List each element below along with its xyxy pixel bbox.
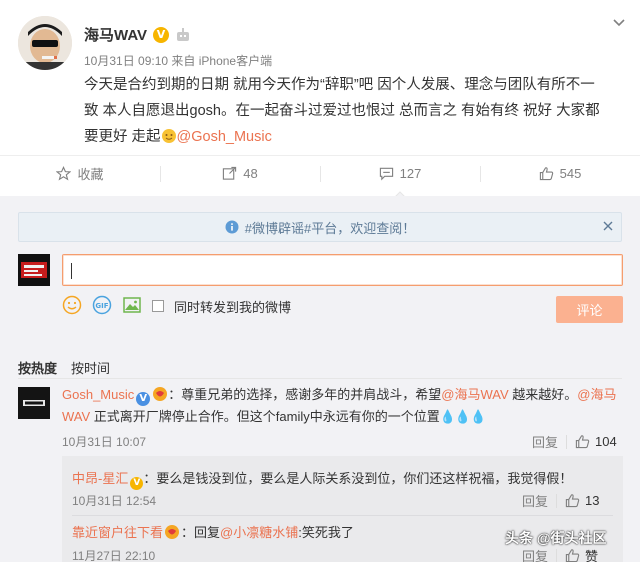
fans-badge-icon [152,386,168,402]
post-line-2: 致 本人自愿退出gosh。在一起奋斗过爱过也恨过 总而言之 有始有终 祝好 大家… [84,103,600,119]
post-meta: 10月31日 09:10 来自 iPhone客户端 [84,54,273,68]
chevron-down-icon[interactable] [612,16,626,30]
sort-divider [18,378,622,379]
mention-link-2-cont[interactable]: WAV [62,409,90,424]
sub-reply-2-mention[interactable]: @小凛糖水铺 [220,525,298,540]
repost-count: 48 [243,166,258,181]
source-watermark: 头条 @街头社区 [505,530,607,546]
thumbs-up-icon [565,549,580,562]
fans-badge-icon [164,524,180,540]
repost-button[interactable]: 48 [160,156,320,191]
author-avatar[interactable] [18,16,72,70]
sub-reply-actions: 回复 13 [522,491,599,510]
gif-icon[interactable]: GIF [92,295,112,318]
comment-sort-tabs: 按热度 按时间 [18,358,110,377]
weibo-post: 海马WAV V 10月31日 09:10 来自 iPhone客户端 今天是合约到… [0,0,640,199]
svg-text:GIF: GIF [95,302,108,310]
sub-like-button[interactable]: 13 [565,493,599,508]
image-icon[interactable] [122,295,142,318]
star-icon [56,166,72,181]
sub-reply-2-button[interactable]: 回复 [522,546,548,562]
blue-v-icon: V [136,392,151,406]
sub-reply-time: 10月31日 12:54 [72,494,157,508]
sub-like-2-label: 赞 [585,549,599,562]
sub-divider [72,515,613,516]
comment-button[interactable]: 127 [320,156,480,199]
verified-v-icon: V [153,26,170,43]
sub-reply-text: ：要么是钱没到位，要么是人际关系没到位，你们还这样祝福，我觉得假！ [143,471,573,486]
favorite-button[interactable]: 收藏 [0,156,160,191]
info-icon [225,220,239,234]
comment-line-1-tail: 越来越好。 [508,387,578,402]
sub-reply-2-pre: ：回复 [181,525,221,540]
reply-button[interactable]: 回复 [532,432,558,451]
yellow-v-icon: V [130,476,144,490]
post-text: 今天是合约到期的日期 就用今天作为“辞职”吧 因个人发展、理念与团队有所不一 致… [84,72,624,150]
mention-link[interactable]: @海马WAV [441,387,508,402]
comment-body: Gosh_Music V ：尊重兄弟的选择，感谢多年的并肩战斗，希望@海马WAV 越… [62,384,622,428]
also-repost-checkbox[interactable] [152,300,164,312]
notice-text: #微博辟谣#平台，欢迎查阅！ [244,220,416,236]
mention-link[interactable]: @Gosh_Music [177,129,272,145]
sub-reply-2: 靠近窗户往下看 ：回复@小凛糖水铺:笑死我了 [72,522,354,541]
author-name[interactable]: 海马WAV [84,24,147,45]
mention-link-2[interactable]: @海马 [577,387,616,402]
thumbs-up-icon [565,494,580,508]
comment-icon [379,167,393,181]
emoji-icon [161,127,177,143]
commenter-name[interactable]: Gosh_Music [62,387,134,402]
sub-reply-2-post: :笑死我了 [298,525,354,540]
comment-actions: 回复 104 [532,432,617,451]
sub-reply-user[interactable]: 中昂-星汇 [72,471,128,486]
comment-line-2: WAV 正式离开厂牌停止合作。但这个family中永远有你的一个位置💧💧💧 [62,406,622,428]
current-user-avatar[interactable] [18,254,50,286]
thumbs-up-icon [539,167,553,181]
sub-reply-1: 中昂-星汇 V ：要么是钱没到位，要么是人际关系没到位，你们还这样祝福，我觉得假！ [72,468,572,490]
post-line-3: 要更好 走起 @Gosh_Music [84,124,624,150]
tab-sort-by-hot[interactable]: 按热度 [18,358,57,377]
submit-comment-button[interactable]: 评论 [556,296,623,323]
blood-drop-icon: 💧💧💧 [439,409,487,424]
comment-like-button[interactable]: 104 [575,434,617,449]
tab-sort-by-time[interactable]: 按时间 [71,358,110,377]
sub-reply-button[interactable]: 回复 [522,491,548,510]
commenter-avatar[interactable] [18,387,50,419]
separator [556,493,558,508]
comment-line-1-text: ：尊重兄弟的选择，感谢多年的并肩战斗，希望 [168,387,442,402]
comment-like-count: 104 [595,434,617,449]
thumbs-up-icon [575,435,590,449]
sub-reply-2-actions: 回复 赞 [522,546,598,562]
repost-icon [223,166,237,180]
comment-line-1: Gosh_Music V ：尊重兄弟的选择，感谢多年的并肩战斗，希望@海马WAV 越… [62,384,622,406]
emoji-picker-icon[interactable] [62,295,82,318]
robot-badge-icon [175,27,191,43]
close-icon [603,221,613,231]
sub-reply-user-2[interactable]: 靠近窗户往下看 [72,525,163,540]
like-button[interactable]: 545 [480,156,640,191]
sub-like-2-button[interactable]: 赞 [565,546,598,562]
comment-line-2-text: 正式离开厂牌停止合作。但这个family中永远有你的一个位置 [90,409,440,424]
comment-input[interactable] [62,254,623,286]
author-row: 海马WAV V [84,24,191,45]
comment-count: 127 [399,166,422,181]
favorite-label: 收藏 [77,167,104,182]
rumor-notice-bar[interactable]: #微博辟谣#平台，欢迎查阅！ [18,212,622,242]
text-cursor [71,263,72,279]
action-bar: 收藏 48 127 545 [0,155,640,199]
like-count: 545 [559,166,582,181]
sub-like-count: 13 [585,493,600,508]
separator [556,548,558,562]
post-line-1: 今天是合约到期的日期 就用今天作为“辞职”吧 因个人发展、理念与团队有所不一 [84,77,595,93]
post-line-3-text: 要更好 走起 [84,129,161,145]
also-repost-label: 同时转发到我的微博 [174,299,292,315]
composer-tools: GIF 同时转发到我的微博 [62,294,291,318]
comment-time: 10月31日 10:07 [62,435,147,449]
separator [566,434,568,449]
sub-reply-2-time: 11月27日 22:10 [72,549,156,562]
